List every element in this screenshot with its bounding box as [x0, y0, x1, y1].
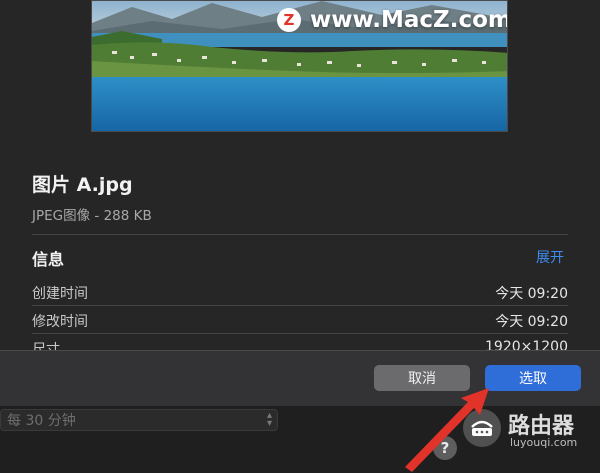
- info-row-label: 尺寸: [32, 342, 60, 350]
- info-row-modified: 修改时间 今天 09:20: [32, 311, 568, 331]
- router-logo-icon: [463, 409, 501, 447]
- info-row-created: 创建时间 今天 09:20: [32, 283, 568, 303]
- watermark-text: www.MacZ.com: [310, 7, 508, 33]
- help-button[interactable]: ?: [433, 436, 457, 460]
- dialog-button-bar: 取消 选取: [0, 350, 600, 406]
- divider: [32, 333, 568, 334]
- file-name: 图片 A.jpg: [32, 174, 133, 196]
- info-row-label: 创建时间: [32, 286, 88, 302]
- info-row-dimensions: 尺寸 1920×1200: [32, 339, 568, 350]
- info-row-label: 修改时间: [32, 314, 88, 330]
- watermark-url: luyouqi.com: [510, 436, 578, 449]
- divider: [32, 305, 568, 306]
- image-preview: Z www.MacZ.com: [91, 0, 508, 132]
- interval-select[interactable]: 每 30 分钟 ▴ ▾: [0, 409, 278, 431]
- preview-watermark: Z www.MacZ.com: [277, 7, 508, 33]
- macz-logo-icon: Z: [277, 8, 301, 32]
- info-section-title: 信息: [32, 250, 65, 269]
- interval-select-value: 每 30 分钟: [7, 413, 76, 429]
- choose-button[interactable]: 选取: [485, 365, 581, 391]
- updown-chevron-icon: ▴ ▾: [266, 410, 272, 429]
- file-kind-size: JPEG图像 - 288 KB: [32, 208, 152, 224]
- divider: [32, 234, 568, 235]
- info-row-value: 今天 09:20: [495, 314, 568, 330]
- corner-watermark: 路由器 luyouqi.com: [460, 406, 600, 473]
- file-preview-panel: Z www.MacZ.com 图片 A.jpg JPEG图像 - 288 KB …: [0, 0, 600, 350]
- cancel-button[interactable]: 取消: [374, 365, 470, 391]
- background-window: 每 30 分钟 ▴ ▾ ? 路由器 luyouqi.com: [0, 406, 600, 473]
- info-row-value: 1920×1200: [485, 339, 568, 350]
- info-row-value: 今天 09:20: [495, 286, 568, 302]
- expand-link[interactable]: 展开: [536, 247, 564, 267]
